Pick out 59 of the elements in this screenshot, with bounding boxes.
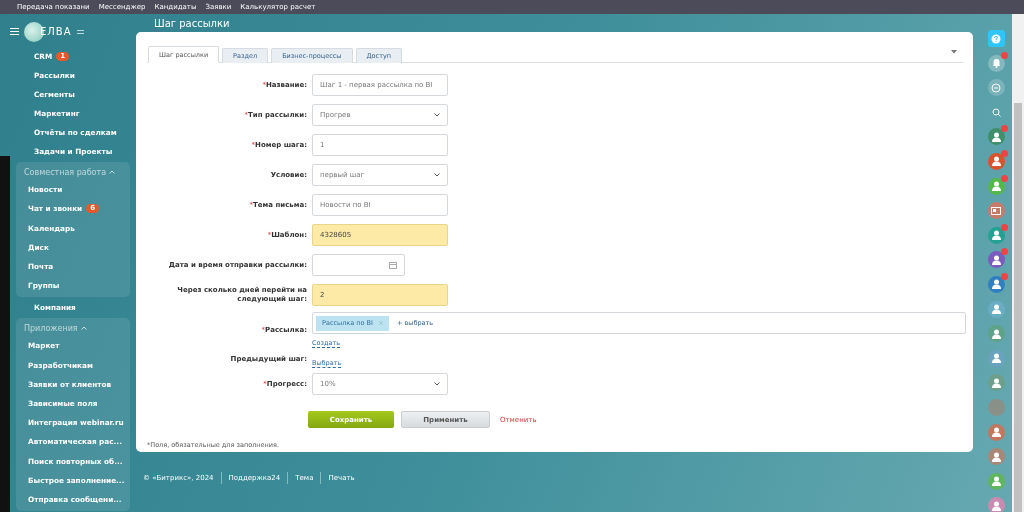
chevron-down-icon xyxy=(434,382,440,386)
user-avatar[interactable] xyxy=(987,300,1005,318)
person-icon xyxy=(991,328,1001,339)
notification-dot xyxy=(1000,272,1008,280)
notification-dot xyxy=(1000,125,1008,133)
notification-dot xyxy=(1000,51,1008,59)
search-icon xyxy=(991,107,1001,117)
date-field[interactable] xyxy=(312,254,405,276)
help-icon xyxy=(991,33,1001,44)
chevron-down-icon xyxy=(434,113,440,117)
user-avatar[interactable] xyxy=(987,374,1005,392)
user-avatar[interactable] xyxy=(987,152,1005,170)
person-icon xyxy=(991,377,1001,388)
menu-group-header[interactable]: Совместная работа xyxy=(16,164,122,181)
menu-group-header[interactable]: Приложения xyxy=(16,320,93,337)
user-avatar[interactable] xyxy=(987,275,1005,293)
person-icon xyxy=(991,156,1001,167)
user-avatar[interactable] xyxy=(987,128,1005,146)
person-icon xyxy=(991,131,1001,142)
chat-icon xyxy=(991,82,1001,93)
logo[interactable]: ЕЛВА xyxy=(24,21,72,42)
user-avatar[interactable] xyxy=(987,448,1005,466)
chevron-down-icon xyxy=(434,173,440,177)
user-avatar[interactable] xyxy=(987,226,1005,244)
notification-dot xyxy=(1000,149,1008,157)
user-avatar[interactable] xyxy=(987,325,1005,343)
person-icon xyxy=(991,181,1001,192)
person-icon xyxy=(991,353,1001,364)
person-icon xyxy=(991,254,1001,265)
person-icon xyxy=(991,230,1001,241)
swap-icon[interactable] xyxy=(76,28,84,35)
menu-icon[interactable] xyxy=(10,28,19,36)
bell-button[interactable] xyxy=(987,54,1005,72)
user-avatar[interactable] xyxy=(987,177,1005,195)
person-icon xyxy=(991,427,1001,437)
notification-dot xyxy=(1000,223,1008,231)
user-avatar[interactable] xyxy=(987,349,1005,367)
user-avatar[interactable] xyxy=(987,251,1005,269)
calendar-icon xyxy=(389,261,397,269)
chat-button[interactable] xyxy=(987,79,1005,97)
scrollbar[interactable] xyxy=(1012,14,1024,512)
help-button[interactable] xyxy=(987,30,1005,47)
user-avatar[interactable] xyxy=(987,423,1005,441)
chevron-icon xyxy=(80,326,87,331)
bell-icon xyxy=(991,58,1001,69)
chevron-icon xyxy=(109,170,116,175)
page-title: Шаг рассылки xyxy=(154,17,230,29)
card-icon xyxy=(991,206,1001,215)
person-icon xyxy=(991,500,1001,511)
person-icon xyxy=(991,279,1001,290)
person-icon xyxy=(991,476,1001,487)
notification-dot xyxy=(1000,174,1008,182)
user-avatar[interactable] xyxy=(987,497,1005,512)
user-avatar[interactable] xyxy=(987,472,1005,490)
caret-icon[interactable] xyxy=(951,50,957,54)
person-icon xyxy=(991,451,1001,462)
notification-dot xyxy=(1000,248,1008,256)
contact-card-button[interactable] xyxy=(987,202,1005,220)
person-icon xyxy=(991,304,1001,315)
